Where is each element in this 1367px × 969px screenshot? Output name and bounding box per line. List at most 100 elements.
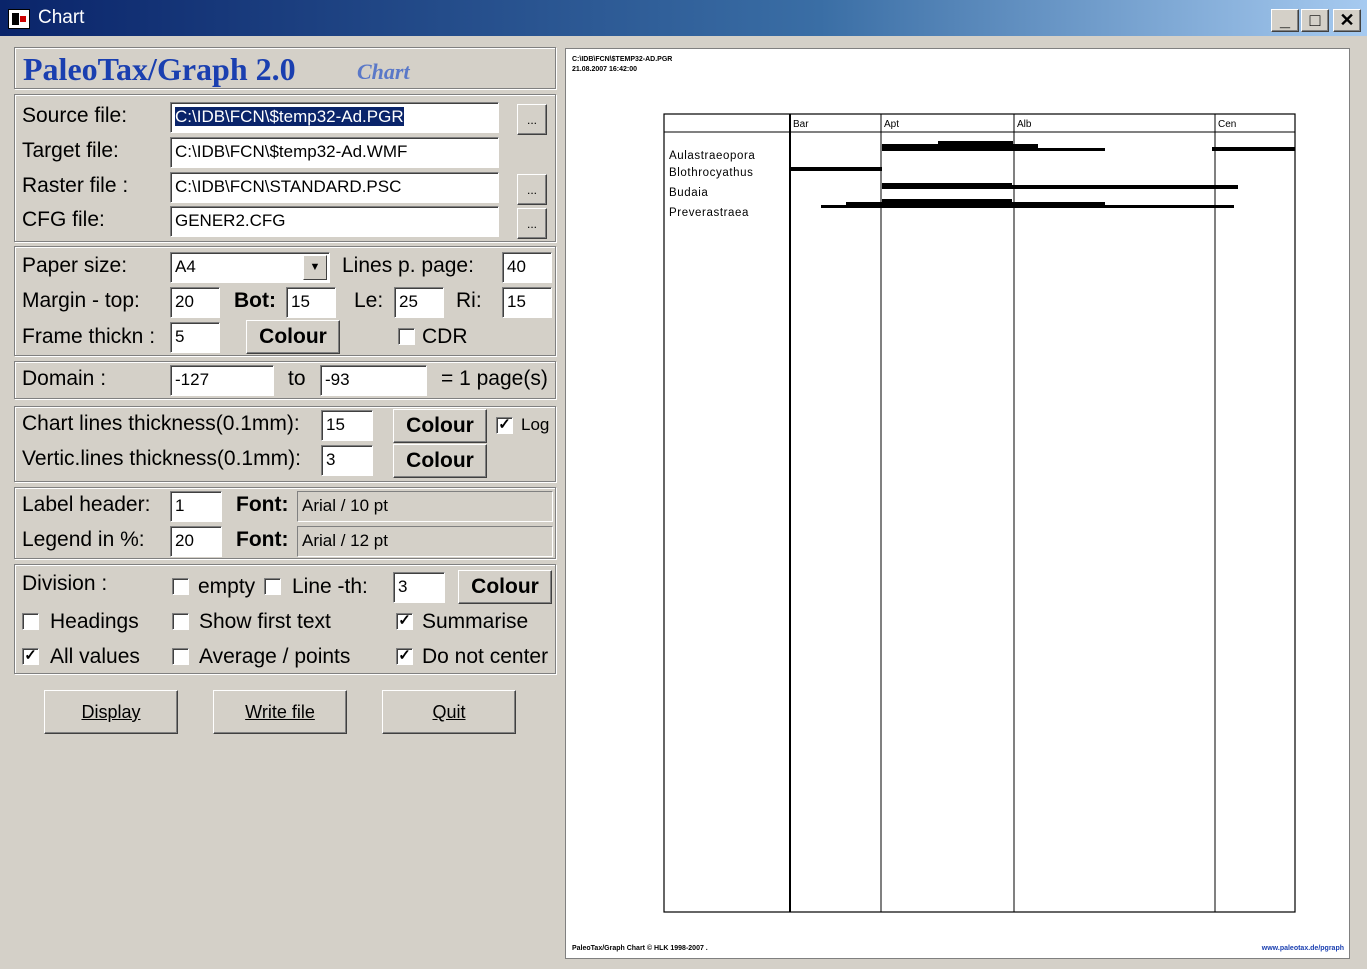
chart-lines-colour-button[interactable]: Colour <box>393 409 487 443</box>
margin-right-input[interactable]: 15 <box>502 287 552 318</box>
cdr-label: CDR <box>422 325 468 348</box>
average-points-label: Average / points <box>199 645 351 668</box>
app-name: PaleoTax/Graph 2.0 <box>23 51 296 87</box>
lines-per-page-input[interactable]: 40 <box>502 252 552 283</box>
control-panel: PaleoTax/Graph 2.0 Chart Source file: C:… <box>0 36 562 969</box>
paper-size-select[interactable]: A4 ▼ <box>170 252 330 283</box>
write-file-button[interactable]: Write file <box>213 690 347 734</box>
do-not-center-label: Do not center <box>422 645 549 668</box>
raster-file-input[interactable]: C:\IDB\FCN\STANDARD.PSC <box>170 172 499 203</box>
close-button[interactable]: ✕ <box>1333 9 1361 32</box>
vertical-lines-input[interactable]: 3 <box>321 445 373 476</box>
taxon-label: Preverastraea <box>669 207 749 219</box>
taxon-label: Blothrocyathus <box>669 167 753 179</box>
stage-label: Apt <box>884 119 899 130</box>
vertical-lines-colour-button[interactable]: Colour <box>393 444 487 478</box>
range-bar <box>882 199 1012 204</box>
source-file-input[interactable]: C:\IDB\FCN\$temp32-Ad.PGR <box>170 102 499 133</box>
label-header-label: Label header: <box>22 493 151 516</box>
division-colour-button[interactable]: Colour <box>458 570 552 604</box>
margin-top-input[interactable]: 20 <box>170 287 220 318</box>
average-points-checkbox[interactable] <box>172 648 189 665</box>
chart-header-date: 21.08.2007 16:42:00 <box>572 66 637 73</box>
chart-footer-url[interactable]: www.paleotax.de/pgraph <box>1261 945 1344 952</box>
margin-bottom-label: Bot: <box>234 289 276 312</box>
show-first-text-checkbox[interactable] <box>172 613 189 630</box>
margin-top-label: Margin - top: <box>22 289 140 312</box>
display-button[interactable]: Display <box>44 690 178 734</box>
cfg-file-input[interactable]: GENER2.CFG <box>170 206 499 237</box>
margin-left-input[interactable]: 25 <box>394 287 444 318</box>
headings-checkbox[interactable] <box>22 613 39 630</box>
domain-to-input[interactable]: -93 <box>320 365 427 396</box>
minimize-button[interactable]: _ <box>1271 9 1299 32</box>
legend-font-field[interactable]: Arial / 12 pt <box>297 526 553 557</box>
line-checkbox[interactable] <box>264 578 281 595</box>
chart-lines-label: Chart lines thickness(0.1mm): <box>22 412 300 435</box>
target-file-input[interactable]: C:\IDB\FCN\$temp32-Ad.WMF <box>170 137 499 168</box>
label-font-field[interactable]: Arial / 10 pt <box>297 491 553 522</box>
empty-label: empty <box>198 575 256 598</box>
source-browse-button[interactable]: ... <box>517 104 547 135</box>
taxon-label: Aulastraeopora <box>669 150 755 162</box>
target-file-label: Target file: <box>22 139 119 162</box>
chevron-down-icon[interactable]: ▼ <box>303 255 327 280</box>
domain-to-label: to <box>288 367 306 390</box>
margin-right-label: Ri: <box>456 289 482 312</box>
raster-browse-button[interactable]: ... <box>517 174 547 205</box>
line-th-label: Line -th: <box>292 575 368 598</box>
margin-left-label: Le: <box>354 289 384 312</box>
domain-from-input[interactable]: -127 <box>170 365 274 396</box>
show-first-text-label: Show first text <box>199 610 331 633</box>
app-subtitle: Chart <box>357 59 410 84</box>
division-label: Division : <box>22 572 108 595</box>
summarise-label: Summarise <box>422 610 529 633</box>
chart-preview: C:\IDB\FCN\$TEMP32-AD.PGR 21.08.2007 16:… <box>565 48 1350 959</box>
range-bar <box>882 144 1038 149</box>
app-header: PaleoTax/Graph 2.0 Chart <box>14 47 556 89</box>
headings-label: Headings <box>50 610 139 633</box>
quit-button[interactable]: Quit <box>382 690 516 734</box>
stage-label: Cen <box>1218 119 1236 130</box>
stage-label: Bar <box>793 119 809 130</box>
cfg-browse-button[interactable]: ... <box>517 208 547 239</box>
cdr-checkbox[interactable] <box>398 328 415 345</box>
maximize-button[interactable]: □ <box>1301 9 1329 32</box>
chart-footer-credit: PaleoTax/Graph Chart © HLK 1998-2007 . <box>572 944 708 952</box>
raster-file-label: Raster file : <box>22 174 129 197</box>
empty-checkbox[interactable] <box>172 578 189 595</box>
all-values-checkbox[interactable]: ✓ <box>22 648 39 665</box>
window-title: Chart <box>38 7 85 28</box>
chart-lines-input[interactable]: 15 <box>321 410 373 441</box>
line-th-input[interactable]: 3 <box>393 572 445 603</box>
frame-thickness-label: Frame thickn : <box>22 325 156 348</box>
all-values-label: All values <box>50 645 140 668</box>
legend-percent-label: Legend in %: <box>22 528 145 551</box>
chart-svg: C:\IDB\FCN\$TEMP32-AD.PGR 21.08.2007 16:… <box>572 56 1344 952</box>
font-label-2: Font: <box>236 528 289 551</box>
range-bar <box>882 183 1012 187</box>
domain-pages: = 1 page(s) <box>441 367 548 390</box>
stage-label: Alb <box>1017 119 1032 130</box>
taxon-label: Budaia <box>669 187 708 199</box>
frame-thickness-input[interactable]: 5 <box>170 322 220 353</box>
font-label-1: Font: <box>236 493 289 516</box>
cfg-file-label: CFG file: <box>22 208 105 231</box>
log-checkbox[interactable]: ✓ <box>496 417 513 434</box>
lines-per-page-label: Lines p. page: <box>342 254 474 277</box>
title-bar: Chart _ □ ✕ <box>0 0 1367 36</box>
source-file-label: Source file: <box>22 104 128 127</box>
range-bar <box>790 167 882 171</box>
legend-percent-input[interactable]: 20 <box>170 526 222 557</box>
summarise-checkbox[interactable]: ✓ <box>396 613 413 630</box>
chart-frame <box>663 113 1296 913</box>
frame-colour-button[interactable]: Colour <box>246 320 340 354</box>
domain-label: Domain : <box>22 367 107 390</box>
log-label: Log <box>521 415 550 434</box>
range-bar <box>1212 147 1295 151</box>
app-icon[interactable] <box>8 9 30 29</box>
margin-bottom-input[interactable]: 15 <box>286 287 336 318</box>
chart-header-path: C:\IDB\FCN\$TEMP32-AD.PGR <box>572 56 672 63</box>
label-header-input[interactable]: 1 <box>170 491 222 522</box>
do-not-center-checkbox[interactable]: ✓ <box>396 648 413 665</box>
